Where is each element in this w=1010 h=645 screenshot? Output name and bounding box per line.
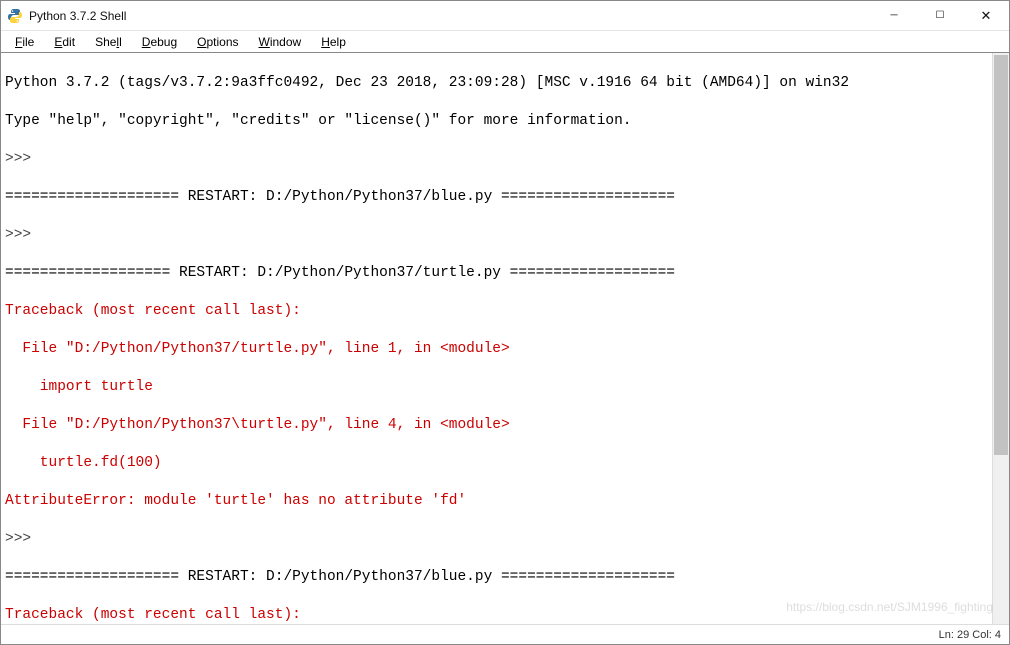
prompt: >>>: [5, 530, 1005, 549]
menu-bar: File Edit Shell Debug Options Window Hel…: [1, 31, 1009, 53]
restart-line: ==================== RESTART: D:/Python/…: [5, 568, 1005, 587]
maximize-button[interactable]: ☐: [917, 1, 963, 30]
menu-options[interactable]: Options: [187, 33, 248, 51]
window-controls: ─ ☐ ✕: [871, 1, 1009, 30]
status-bar: Ln: 29 Col: 4: [1, 624, 1009, 644]
menu-debug[interactable]: Debug: [132, 33, 187, 51]
traceback-line: import turtle: [5, 378, 1005, 397]
close-button[interactable]: ✕: [963, 1, 1009, 30]
restart-line: =================== RESTART: D:/Python/P…: [5, 264, 1005, 283]
shell-output[interactable]: Python 3.7.2 (tags/v3.7.2:9a3ffc0492, De…: [1, 53, 1009, 624]
traceback-header: Traceback (most recent call last):: [5, 606, 1005, 624]
banner-line: Type "help", "copyright", "credits" or "…: [5, 112, 1005, 131]
error-line: AttributeError: module 'turtle' has no a…: [5, 492, 1005, 511]
menu-shell[interactable]: Shell: [85, 33, 132, 51]
restart-line: ==================== RESTART: D:/Python/…: [5, 188, 1005, 207]
menu-edit[interactable]: Edit: [44, 33, 85, 51]
traceback-header: Traceback (most recent call last):: [5, 302, 1005, 321]
vertical-scrollbar[interactable]: [992, 53, 1009, 624]
minimize-button[interactable]: ─: [871, 1, 917, 30]
title-bar: Python 3.7.2 Shell ─ ☐ ✕: [1, 1, 1009, 31]
cursor-position: Ln: 29 Col: 4: [939, 629, 1001, 641]
traceback-line: turtle.fd(100): [5, 454, 1005, 473]
traceback-line: File "D:/Python/Python37/turtle.py", lin…: [5, 340, 1005, 359]
window-title: Python 3.7.2 Shell: [29, 9, 126, 23]
banner-line: Python 3.7.2 (tags/v3.7.2:9a3ffc0492, De…: [5, 74, 1005, 93]
traceback-line: File "D:/Python/Python37\turtle.py", lin…: [5, 416, 1005, 435]
prompt: >>>: [5, 226, 1005, 245]
menu-help[interactable]: Help: [311, 33, 356, 51]
menu-file[interactable]: File: [5, 33, 44, 51]
scrollbar-thumb[interactable]: [994, 55, 1008, 455]
menu-window[interactable]: Window: [249, 33, 312, 51]
prompt: >>>: [5, 150, 1005, 169]
python-icon: [7, 8, 23, 24]
